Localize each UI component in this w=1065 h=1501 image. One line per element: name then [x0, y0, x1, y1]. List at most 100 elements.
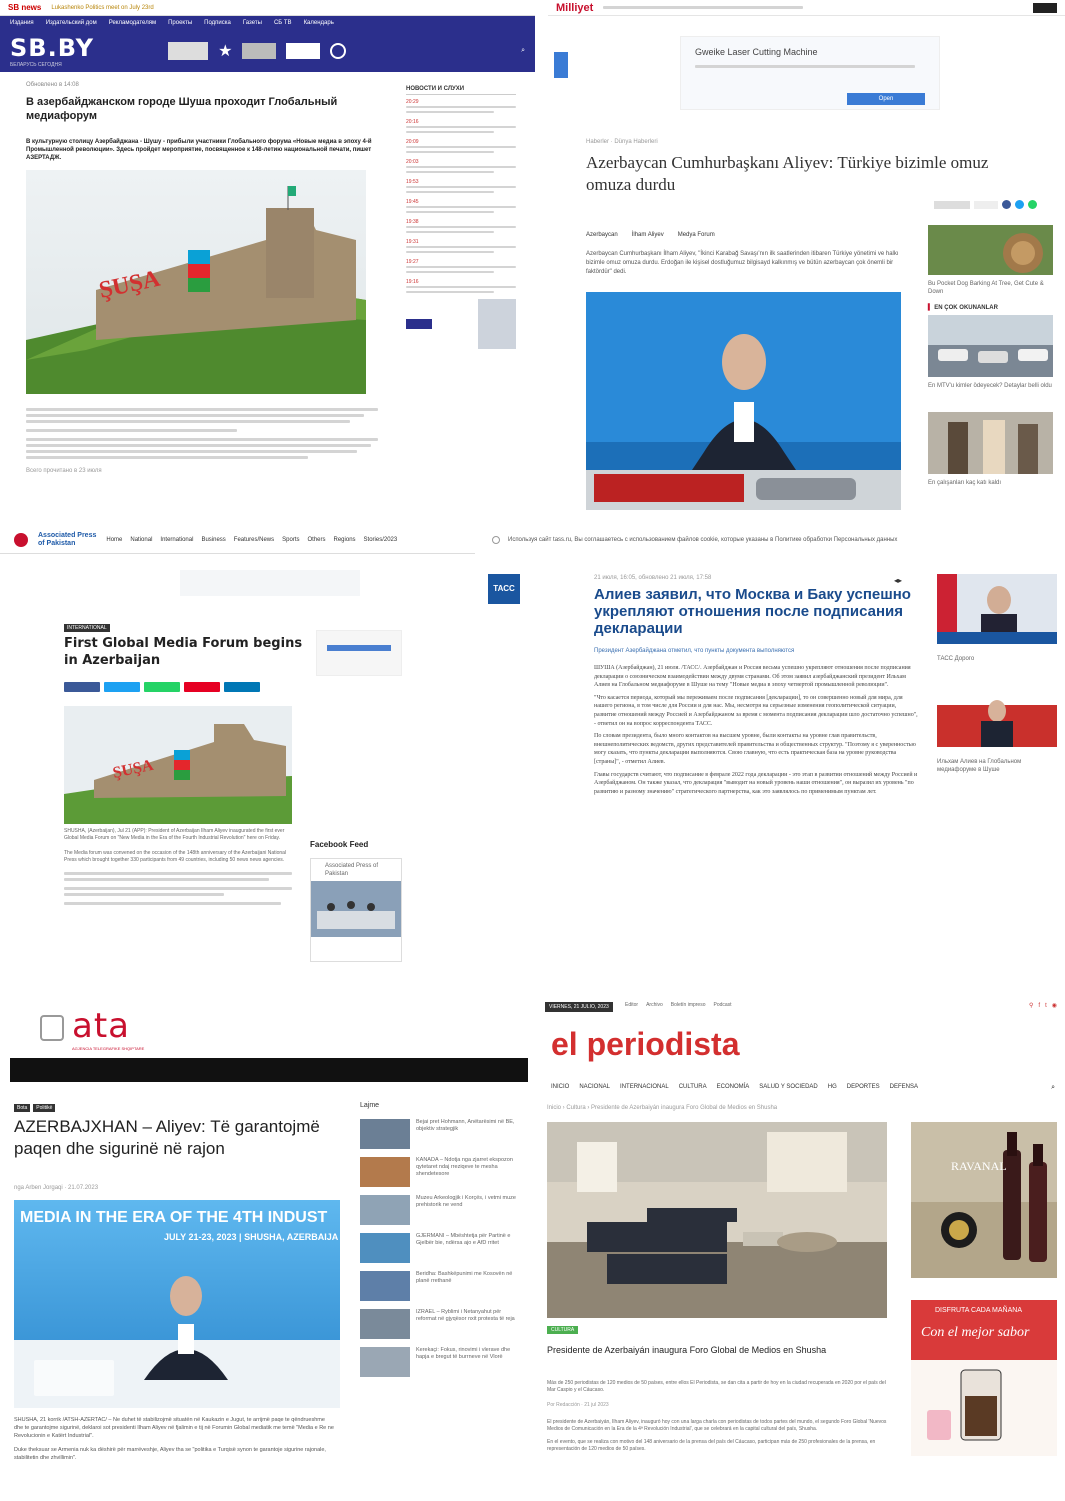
news-item[interactable]: Muzeu Arkeologjik i Korçës, i vetmi muze…: [360, 1195, 520, 1225]
whatsapp-icon[interactable]: [1028, 200, 1037, 209]
nav-item[interactable]: DEFENSA: [890, 1084, 918, 1090]
globe-icon[interactable]: [330, 43, 347, 59]
news-item[interactable]: Kerekaçi: Fokus, rinovimi i vlerave dhe …: [360, 1347, 520, 1377]
news-item[interactable]: IZRAEL – Ryblimi i Netanyahut për reform…: [360, 1309, 520, 1339]
nav-item[interactable]: NACIONAL: [579, 1084, 610, 1090]
news-item[interactable]: 19:31: [406, 239, 516, 253]
nav-item[interactable]: Проекты: [168, 20, 192, 26]
tag-link[interactable]: İlham Aliyev: [632, 232, 664, 238]
sidebar-photo-people[interactable]: [928, 412, 1053, 474]
nav-item[interactable]: Рекламодателям: [109, 20, 156, 26]
sbby-news-logo[interactable]: SB news: [8, 3, 41, 12]
nav-item[interactable]: National: [130, 537, 152, 543]
nav-item[interactable]: INICIO: [551, 1084, 569, 1090]
nav-item[interactable]: Газеты: [243, 20, 262, 26]
nav-item[interactable]: Home: [106, 537, 122, 543]
news-item[interactable]: GJERMANI – Mbështetja për Partinë e Gjel…: [360, 1233, 520, 1263]
sidebar-caption[interactable]: Bu Pocket Dog Barking At Tree, Get Cute …: [928, 280, 1053, 296]
sidebar-caption[interactable]: ТАСС Дорого: [937, 655, 1057, 663]
login-button[interactable]: [1033, 2, 1057, 13]
cookie-text[interactable]: Используя сайт tass.ru, Вы соглашаетесь …: [508, 536, 897, 544]
nav-item[interactable]: Подписка: [204, 20, 231, 26]
advertisement[interactable]: Gweike Laser Cutting Machine Open: [680, 36, 940, 110]
wine-ad[interactable]: RAVANAL: [911, 1122, 1057, 1278]
side-ad-strip[interactable]: [554, 52, 568, 78]
breadcrumb[interactable]: Haberler · Dünya Haberleri: [586, 138, 658, 146]
news-item[interactable]: 20:16: [406, 119, 516, 133]
rss-icon[interactable]: ◉: [1052, 1002, 1057, 1009]
top-link[interactable]: Editor: [625, 1002, 638, 1008]
app-logo-icon[interactable]: [14, 532, 28, 547]
periodista-logo[interactable]: el periodista: [551, 1026, 740, 1063]
news-item[interactable]: Beridha: Bashkëpunimi me Kosovën në plan…: [360, 1271, 520, 1301]
nav-item[interactable]: Stories/2023: [364, 537, 398, 543]
category-tag[interactable]: CULTURA: [547, 1326, 579, 1334]
sidebar-photo-cars[interactable]: [928, 315, 1053, 377]
tag-link[interactable]: Azerbaycan: [586, 232, 618, 238]
share-icon[interactable]: ◂▸: [894, 576, 902, 585]
sidebar-caption[interactable]: En MTV'u kimler ödeyecek? Detaylar belli…: [928, 382, 1053, 390]
category-tag[interactable]: Politikë: [33, 1104, 56, 1112]
sidebar-photo-trees[interactable]: [928, 225, 1053, 275]
category-tag[interactable]: INTERNATIONAL: [64, 624, 110, 632]
nav-item[interactable]: DEPORTES: [847, 1084, 880, 1090]
side-widget[interactable]: [316, 630, 402, 676]
follow-button[interactable]: [934, 200, 970, 209]
coffee-ad[interactable]: DISFRUTA CADA MAÑANA Con el mejor sabor: [911, 1300, 1057, 1456]
nav-item[interactable]: Business: [201, 537, 225, 543]
ad-banner[interactable]: [180, 570, 360, 596]
facebook-icon[interactable]: f: [1038, 1003, 1040, 1009]
milliyet-logo[interactable]: Milliyet: [556, 2, 593, 14]
main-nav-bar[interactable]: [10, 1058, 528, 1082]
fb-page-name[interactable]: Associated Press of Pakistan: [311, 859, 401, 881]
google-news-button[interactable]: [974, 200, 998, 209]
nav-item[interactable]: INTERNACIONAL: [620, 1084, 669, 1090]
news-item[interactable]: 19:16: [406, 279, 516, 293]
sidebar-photo-official[interactable]: [937, 574, 1057, 644]
news-item[interactable]: 20:03: [406, 159, 516, 173]
whatsapp-share-button[interactable]: [144, 682, 180, 692]
nav-item[interactable]: SALUD Y SOCIEDAD: [759, 1084, 817, 1090]
nav-item[interactable]: HG: [828, 1084, 837, 1090]
news-item[interactable]: KANADA – Ndotja nga zjarret ekspozon qyt…: [360, 1157, 520, 1187]
twitter-icon[interactable]: t: [1045, 1003, 1047, 1009]
author-block[interactable]: [406, 299, 516, 349]
star-icon[interactable]: ★: [218, 41, 232, 61]
nav-item[interactable]: Sports: [282, 537, 299, 543]
news-item[interactable]: 19:27: [406, 259, 516, 273]
nav-item[interactable]: Календарь: [304, 20, 334, 26]
nav-item[interactable]: CULTURA: [679, 1084, 707, 1090]
news-item[interactable]: 19:38: [406, 219, 516, 233]
news-item[interactable]: 19:53: [406, 179, 516, 193]
sidebar-photo-aliyev[interactable]: [937, 685, 1057, 747]
search-icon[interactable]: ⌕: [1051, 1084, 1055, 1092]
twitter-share-button[interactable]: [104, 682, 140, 692]
tag-link[interactable]: Medya Forum: [678, 232, 715, 238]
login-icon[interactable]: ⚲: [1029, 1002, 1033, 1009]
news-item[interactable]: Bejai pret Hohmann, Anëtarësimi në BE, o…: [360, 1119, 520, 1149]
eagle-emblem-icon[interactable]: [40, 1015, 64, 1041]
ad-open-button[interactable]: Open: [847, 93, 925, 105]
partner-logo[interactable]: [168, 42, 209, 60]
pinterest-share-button[interactable]: [184, 682, 220, 692]
ticker-text[interactable]: Lukashenko Politics meet on July 23rd: [51, 5, 153, 11]
search-icon[interactable]: ⌕: [521, 47, 525, 55]
sidebar-caption[interactable]: Ильхам Алиев на Глобальном медиафоруме в…: [937, 758, 1057, 774]
tass-logo[interactable]: ТАСС: [488, 574, 520, 604]
partner-logo[interactable]: [286, 43, 321, 59]
facebook-icon[interactable]: [1002, 200, 1011, 209]
news-item[interactable]: 20:29: [406, 99, 516, 113]
top-link[interactable]: Archivo: [646, 1002, 663, 1008]
nav-item[interactable]: Features/News: [234, 537, 274, 543]
breadcrumb[interactable]: Inicio › Cultura › Presidente de Azerbai…: [547, 1104, 847, 1112]
twitter-icon[interactable]: [1015, 200, 1024, 209]
linkedin-share-button[interactable]: [224, 682, 260, 692]
milliyet-nav[interactable]: [603, 6, 804, 9]
ata-logo[interactable]: ata AGJENCIA TELEGRAFIKE SHQIPTARE: [72, 1006, 144, 1051]
app-logo[interactable]: Associated Press of Pakistan: [38, 532, 96, 548]
news-item[interactable]: 20:09: [406, 139, 516, 153]
category-tag[interactable]: Bota: [14, 1104, 31, 1112]
nav-item[interactable]: Издания: [10, 20, 34, 26]
news-item[interactable]: 19:45: [406, 199, 516, 213]
top-link[interactable]: Podcast: [714, 1002, 732, 1008]
